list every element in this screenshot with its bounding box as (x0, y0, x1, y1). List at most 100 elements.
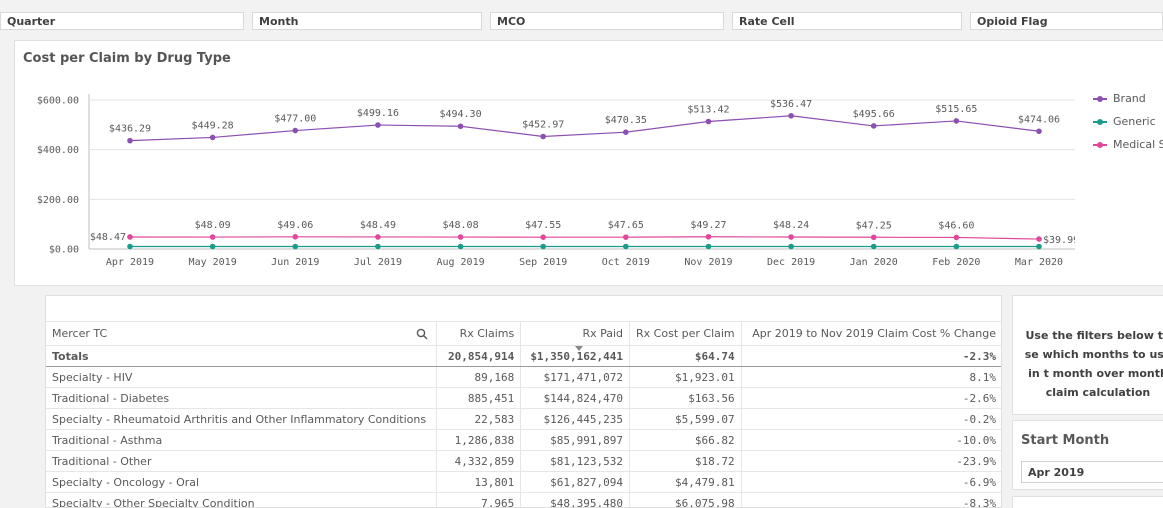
filter-quarter[interactable]: Quarter (0, 12, 244, 30)
table-cell: $171,471,072 (520, 366, 631, 388)
data-point-0 (623, 129, 629, 135)
y-tick-label: $400.00 (37, 145, 79, 156)
data-point-2 (623, 234, 629, 240)
table-cell: $85,991,897 (520, 429, 631, 451)
side-panel-3 (1012, 496, 1163, 508)
table-cell: -23.9% (741, 450, 1001, 472)
filter-bar: Quarter Month MCO Rate Cell Opioid Flag (0, 8, 1163, 30)
legend-marker-brand (1093, 95, 1107, 103)
data-table: Mercer TC Rx Claims Rx Paid Rx Cost per … (46, 321, 1001, 507)
x-tick-label: Dec 2019 (767, 257, 815, 268)
chart-panel: Cost per Claim by Drug Type $0.00 $200.00… (14, 40, 1163, 286)
side-instruction-text: Use the filters below to se which months… (1024, 329, 1163, 399)
data-label: $477.00 (274, 114, 316, 125)
table-row[interactable]: Specialty - Other Specialty Condition 7,9… (46, 492, 1001, 507)
table-cell: $126,445,235 (520, 408, 631, 430)
x-tick-label: Oct 2019 (602, 257, 650, 268)
legend-item-generic[interactable]: Generic (1093, 110, 1163, 133)
filter-month[interactable]: Month (252, 12, 482, 30)
data-point-2 (788, 234, 794, 240)
data-point-1 (953, 243, 960, 250)
data-label: $513.42 (687, 105, 729, 116)
data-label: $436.29 (109, 124, 151, 135)
data-point-1 (1036, 243, 1042, 250)
data-label: $49.27 (690, 220, 726, 231)
data-point-0 (457, 123, 464, 130)
data-point-2 (953, 234, 960, 241)
table-cell: Traditional - Asthma (46, 429, 438, 451)
data-label: $49.06 (277, 220, 313, 231)
data-point-0 (375, 122, 381, 128)
data-label: $48.49 (360, 220, 396, 231)
column-header-rx-cost-per-claim[interactable]: Rx Cost per Claim (629, 321, 742, 346)
totals-cell: 20,854,914 (436, 345, 522, 367)
data-point-2 (209, 234, 216, 240)
data-point-0 (292, 127, 299, 134)
data-label: $536.47 (770, 99, 812, 110)
y-tick-label: $0.00 (49, 245, 79, 256)
legend-label-generic: Generic (1113, 115, 1156, 128)
data-label: $494.30 (439, 109, 481, 120)
table-row[interactable]: Traditional - Asthma 1,286,838 $85,991,897… (46, 429, 1001, 451)
x-tick-label: Sep 2019 (519, 257, 567, 268)
table-panel: Mercer TC Rx Claims Rx Paid Rx Cost per … (45, 295, 1002, 508)
table-cell: 1,286,838 (436, 429, 522, 451)
start-month-select[interactable]: Apr 2019 (1021, 461, 1163, 483)
data-point-2 (705, 233, 712, 240)
filter-opioid-flag[interactable]: Opioid Flag (970, 12, 1163, 30)
table-cell: Traditional - Diabetes (46, 387, 438, 409)
column-header-mercer-tc[interactable]: Mercer TC (46, 321, 438, 346)
series-line-2 (129, 236, 1040, 240)
data-point-0 (209, 134, 216, 141)
data-point-0 (705, 118, 712, 125)
filter-mco[interactable]: MCO (490, 12, 724, 30)
data-label: $495.66 (853, 109, 895, 120)
column-header-label: Mercer TC (52, 327, 108, 340)
table-cell: 7,965 (436, 492, 522, 507)
x-tick-label: Jul 2019 (354, 257, 402, 268)
table-cell: $1,923.01 (629, 366, 742, 388)
table-row[interactable]: Specialty - Oncology - Oral 13,801 $61,827… (46, 471, 1001, 493)
legend-item-medical[interactable]: Medical Su (1093, 133, 1163, 156)
data-label: $449.28 (192, 120, 234, 131)
data-point-2 (457, 234, 464, 240)
data-label: $499.16 (357, 108, 399, 119)
legend-item-brand[interactable]: Brand (1093, 87, 1163, 110)
x-tick-label: Jun 2019 (271, 257, 319, 268)
x-tick-label: Aug 2019 (436, 257, 484, 268)
data-point-0 (788, 112, 794, 119)
column-header-rx-claims[interactable]: Rx Claims (436, 321, 522, 346)
table-row[interactable]: Traditional - Diabetes 885,451 $144,824,47… (46, 387, 1001, 409)
legend-marker-medical (1093, 141, 1107, 149)
line-chart[interactable]: $0.00 $200.00 $400.00 $600.00 Apr 2019 May 20… (15, 41, 1075, 287)
search-icon[interactable] (416, 328, 428, 340)
data-point-1 (623, 243, 629, 250)
data-point-1 (457, 243, 464, 250)
x-tick-label: Mar 2020 (1015, 257, 1063, 268)
table-row[interactable]: Specialty - HIV 89,168 $171,471,072 $1,923.… (46, 366, 1001, 388)
data-label: $39.99 (1043, 235, 1075, 246)
totals-cell: Totals (46, 345, 438, 367)
data-point-2 (870, 234, 877, 241)
legend-label-medical: Medical Su (1113, 138, 1163, 151)
legend-marker-generic (1093, 118, 1107, 126)
y-tick-label: $600.00 (37, 96, 79, 107)
totals-row: Totals 20,854,914 $1,350,162,441 $64.74 … (46, 345, 1001, 367)
table-cell: 89,168 (436, 366, 522, 388)
column-header-rx-paid[interactable]: Rx Paid (520, 321, 631, 351)
data-point-1 (870, 243, 877, 250)
column-header-claim-cost-change[interactable]: Apr 2019 to Nov 2019 Claim Cost % Change (741, 321, 1001, 346)
table-cell: 885,451 (436, 387, 522, 409)
totals-cell: $64.74 (629, 345, 742, 367)
table-cell: $66.82 (629, 429, 742, 451)
table-cell: 13,801 (436, 471, 522, 493)
filter-rate-cell[interactable]: Rate Cell (732, 12, 962, 30)
data-point-1 (292, 243, 299, 250)
table-cell: -0.2% (741, 408, 1001, 430)
table-cell: $5,599.07 (629, 408, 742, 430)
table-row[interactable]: Traditional - Other 4,332,859 $81,123,532 $… (46, 450, 1001, 472)
table-row[interactable]: Specialty - Rheumatoid Arthritis and Oth… (46, 408, 1001, 430)
data-point-0 (127, 137, 133, 144)
data-label: $48.24 (773, 220, 809, 231)
data-label: $47.25 (856, 220, 892, 231)
